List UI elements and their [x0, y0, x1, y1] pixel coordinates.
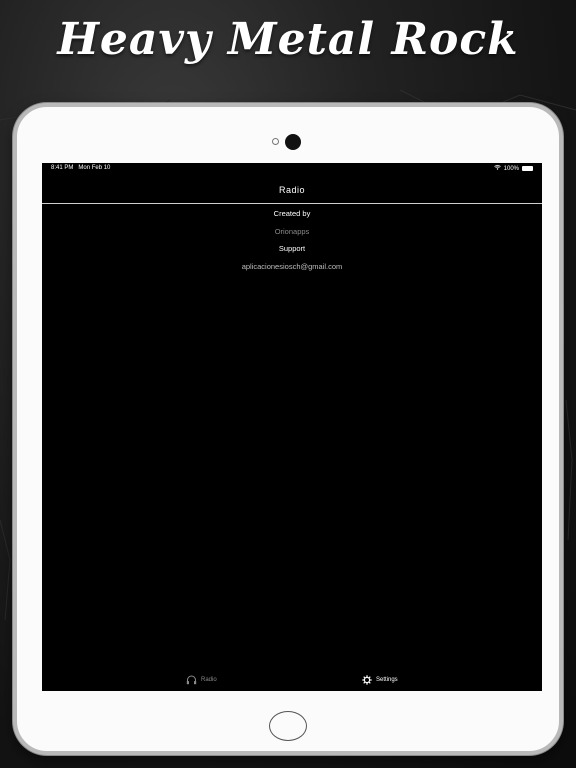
tablet-frame: 8:41 PM Mon Feb 10 100% Radio Created by… [13, 103, 563, 755]
tab-radio-label: Radio [201, 677, 217, 683]
battery-icon [522, 166, 533, 171]
headphones-icon [186, 675, 197, 685]
support-email-link[interactable]: aplicacionesiosch@gmail.com [42, 262, 542, 271]
gear-icon [362, 675, 372, 685]
tab-settings-label: Settings [376, 677, 398, 683]
wifi-icon [493, 165, 501, 172]
status-time: 8:41 PM Mon Feb 10 [51, 165, 110, 171]
creator-name[interactable]: Orionapps [42, 227, 542, 236]
app-screen: 8:41 PM Mon Feb 10 100% Radio Created by… [42, 163, 542, 691]
promo-headline: Heavy Metal Rock [57, 14, 519, 65]
tab-radio[interactable]: Radio [186, 675, 217, 685]
tab-bar: Radio Settings [42, 671, 542, 691]
navigation-bar: Radio [42, 175, 542, 204]
status-bar: 8:41 PM Mon Feb 10 100% [42, 163, 542, 175]
camera-sensor [272, 138, 279, 145]
home-button [269, 711, 307, 741]
front-camera [285, 134, 301, 150]
status-date: Mon Feb 10 [78, 165, 111, 171]
created-by-label: Created by [273, 209, 311, 218]
battery-percent: 100% [503, 165, 519, 172]
status-indicators: 100% [493, 165, 533, 172]
tab-settings[interactable]: Settings [362, 675, 398, 685]
status-clock: 8:41 PM [51, 165, 74, 171]
nav-title: Radio [278, 185, 305, 195]
support-label: Support [278, 244, 306, 253]
